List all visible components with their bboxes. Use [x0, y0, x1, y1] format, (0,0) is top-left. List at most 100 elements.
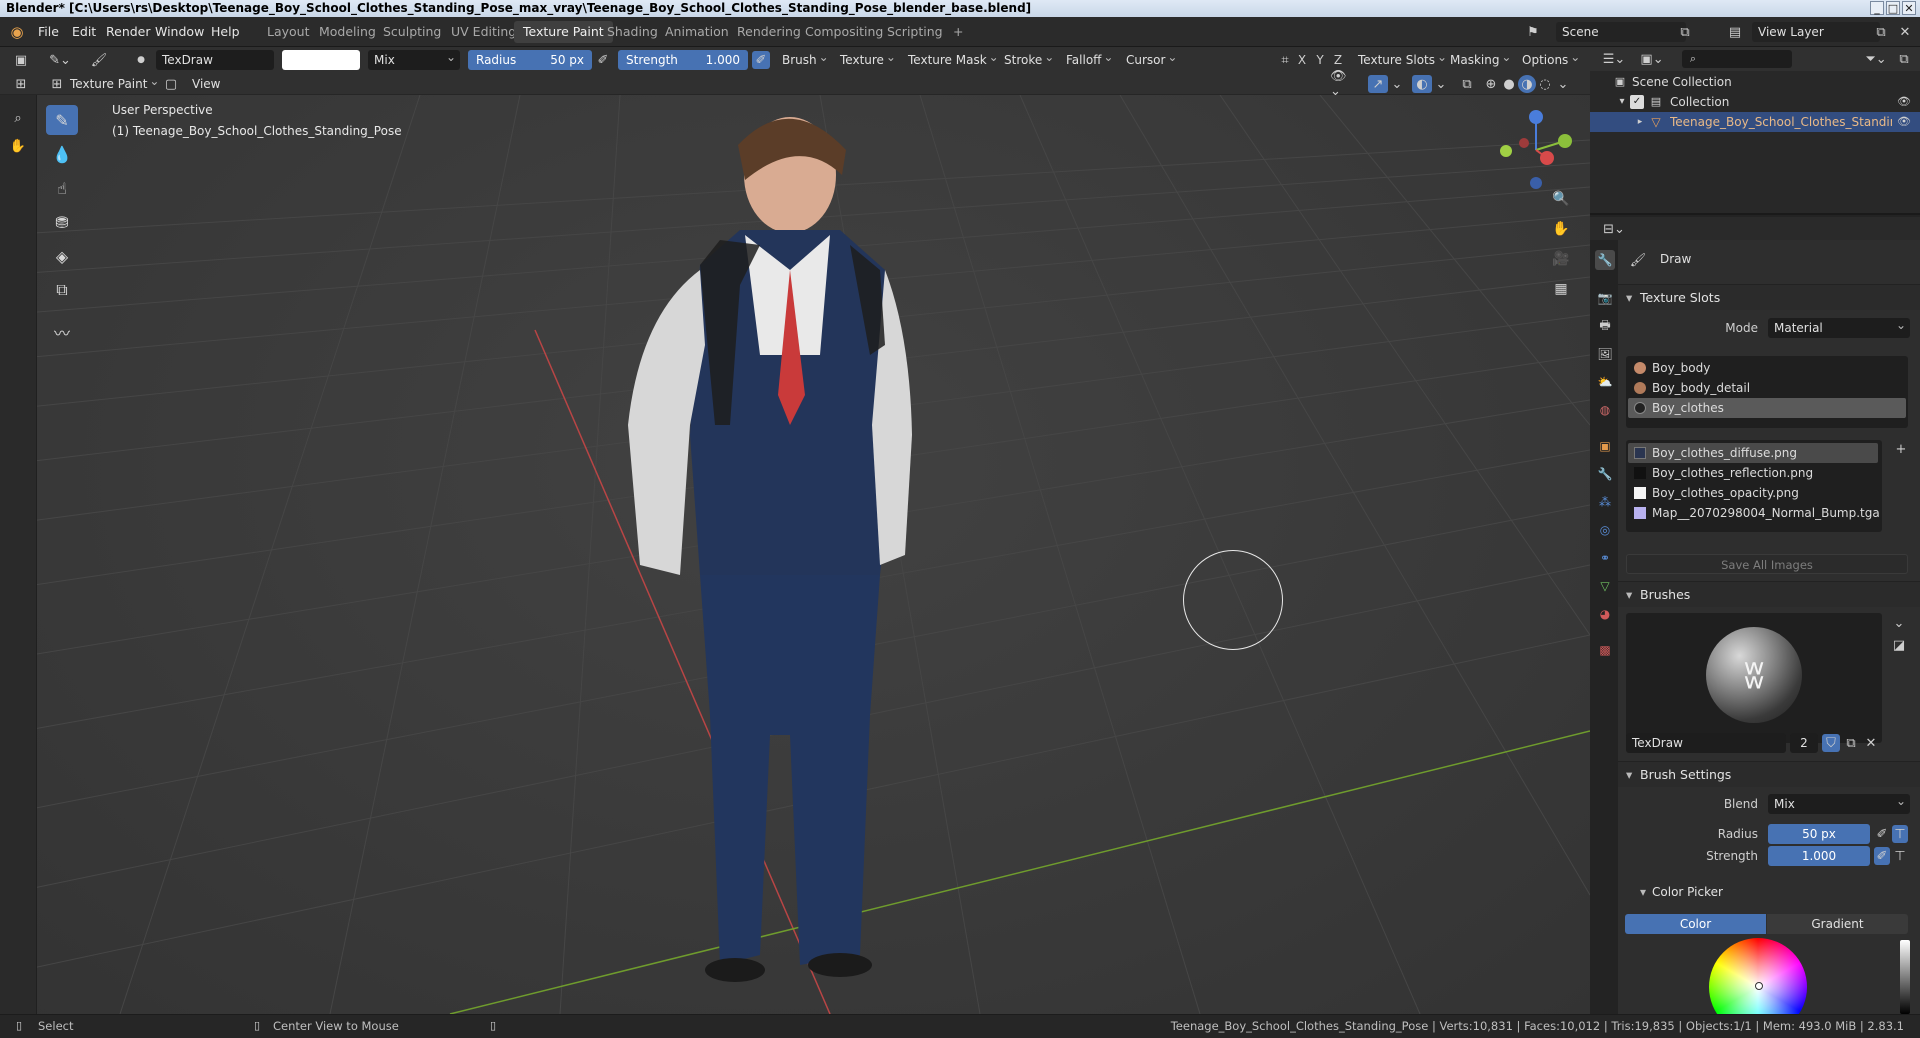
- tab-data-icon[interactable]: ▽: [1595, 576, 1615, 596]
- pan-hand-icon[interactable]: ✋: [1548, 216, 1574, 242]
- collapse-arrow-icon[interactable]: ▾: [1616, 94, 1628, 110]
- zoom-tool-icon[interactable]: ⌕: [6, 109, 30, 127]
- tab-scripting[interactable]: Scripting: [878, 21, 952, 43]
- collection-checkbox[interactable]: ✓: [1630, 95, 1644, 109]
- unlink-brush-icon[interactable]: ✕: [1862, 734, 1880, 752]
- brush-browse-icon[interactable]: ◪: [1890, 636, 1908, 654]
- texture-slots-menu[interactable]: Texture Slots: [1352, 47, 1451, 70]
- strength-pressure-icon[interactable]: ✐: [752, 51, 770, 69]
- outliner-object-row[interactable]: ▸ ▽ Teenage_Boy_School_Clothes_Standing_…: [1590, 112, 1920, 132]
- 3d-viewport[interactable]: [0, 95, 1590, 1014]
- outliner-search-input[interactable]: ⌕: [1682, 50, 1792, 68]
- properties-editor-type-icon[interactable]: ⊟⌄: [1600, 220, 1628, 238]
- radius-property-slider[interactable]: 50 px: [1768, 824, 1870, 844]
- save-all-images-button[interactable]: Save All Images: [1626, 554, 1908, 574]
- radius-pressure-icon[interactable]: ✐: [594, 51, 612, 69]
- view-menu[interactable]: View: [192, 74, 220, 94]
- overlays-toggle-icon[interactable]: ◐: [1412, 75, 1432, 93]
- list-item[interactable]: Boy_body_detail: [1628, 378, 1906, 398]
- symmetry-icon[interactable]: ⌗: [1276, 51, 1294, 69]
- scene-selector[interactable]: Scene: [1556, 22, 1686, 42]
- brush-name-field[interactable]: TexDraw: [156, 50, 274, 70]
- tab-scene-icon[interactable]: ⛅: [1595, 372, 1615, 392]
- duplicate-brush-icon[interactable]: ⧉: [1842, 734, 1860, 752]
- gizmo-x-axis[interactable]: [1540, 151, 1554, 165]
- mirror-x-toggle[interactable]: X: [1294, 51, 1310, 69]
- gizmo-neg-x-axis[interactable]: [1519, 138, 1529, 148]
- tab-constraints-icon[interactable]: ⚭: [1595, 548, 1615, 568]
- material-preview-shading-icon[interactable]: ◑: [1518, 75, 1536, 93]
- texture-mask-menu[interactable]: Texture Mask: [902, 47, 1003, 70]
- outliner-scene-collection[interactable]: ▣ Scene Collection: [1590, 72, 1920, 92]
- shading-options-icon[interactable]: ⌄: [1556, 75, 1570, 93]
- color-picker-subsection[interactable]: ▾ Color Picker: [1640, 885, 1723, 899]
- brush-settings-section[interactable]: Brush Settings: [1618, 761, 1920, 788]
- outliner-display-mode-icon[interactable]: ▣⌄: [1638, 50, 1666, 68]
- brush-users-count[interactable]: 2: [1790, 733, 1818, 753]
- gizmo-neg-z-axis[interactable]: [1530, 177, 1542, 189]
- wireframe-shading-icon[interactable]: ⊕: [1482, 75, 1500, 93]
- add-workspace-button[interactable]: +: [944, 21, 972, 43]
- tab-physics-icon[interactable]: ◎: [1595, 520, 1615, 540]
- brush-name-input[interactable]: TexDraw: [1626, 733, 1786, 753]
- overlays-options-icon[interactable]: ⌄: [1434, 75, 1448, 93]
- list-item[interactable]: Boy_body: [1628, 358, 1906, 378]
- color-tab[interactable]: Color: [1625, 914, 1766, 934]
- menu-file[interactable]: File: [38, 17, 59, 47]
- options-menu[interactable]: Options: [1516, 47, 1584, 70]
- brush-fake-user-icon[interactable]: ●: [132, 51, 150, 69]
- tab-modifiers-icon[interactable]: 🔧: [1595, 464, 1615, 484]
- collection-visibility-eye-icon[interactable]: 👁: [1896, 94, 1912, 110]
- hand-tool-icon[interactable]: ✋: [6, 137, 30, 155]
- soften-tool-icon[interactable]: 💧: [46, 139, 78, 169]
- brushes-section[interactable]: Brushes: [1618, 581, 1920, 608]
- gizmo-z-axis[interactable]: [1529, 110, 1543, 124]
- solid-shading-icon[interactable]: ●: [1500, 75, 1518, 93]
- tab-render-icon[interactable]: 📷: [1595, 288, 1615, 308]
- remove-view-layer-icon[interactable]: ✕: [1896, 23, 1914, 41]
- annotate-tool-icon[interactable]: 〰: [46, 317, 78, 347]
- color-wheel[interactable]: [1709, 938, 1807, 1014]
- blend-dropdown[interactable]: Mix: [1768, 791, 1910, 814]
- list-item[interactable]: Boy_clothes_opacity.png: [1628, 483, 1878, 503]
- menu-render[interactable]: Render: [106, 17, 151, 47]
- strength-property-slider[interactable]: 1.000: [1768, 846, 1870, 866]
- texture-slot-mode-dropdown[interactable]: Material: [1768, 315, 1910, 338]
- visibility-icon[interactable]: 👁⌄: [1330, 69, 1356, 99]
- brush-menu[interactable]: Brush: [776, 47, 833, 70]
- view-layer-icon[interactable]: ▤: [1726, 23, 1744, 41]
- tab-object-icon[interactable]: ▣: [1595, 436, 1615, 456]
- xray-toggle-icon[interactable]: ⧉: [1458, 75, 1476, 93]
- tab-tool-icon[interactable]: 🔧: [1595, 250, 1615, 270]
- gizmo-options-icon[interactable]: ⌄: [1390, 75, 1404, 93]
- gradient-tab[interactable]: Gradient: [1767, 914, 1908, 934]
- view-layer-selector[interactable]: View Layer: [1752, 22, 1880, 42]
- close-button[interactable]: ✕: [1902, 1, 1916, 15]
- menu-help[interactable]: Help: [211, 17, 240, 47]
- mask-toggle-icon[interactable]: ▢: [162, 75, 180, 93]
- radius-unit-toggle-icon[interactable]: ⊤: [1892, 825, 1908, 843]
- perspective-grid-icon[interactable]: ▦: [1548, 276, 1574, 302]
- outliner-editor-type-icon[interactable]: ☰⌄: [1600, 50, 1628, 68]
- navigation-gizmo[interactable]: [1490, 105, 1580, 190]
- list-item[interactable]: Boy_clothes_reflection.png: [1628, 463, 1878, 483]
- brush-preview-thumbnail[interactable]: ʬ: [1706, 627, 1802, 723]
- outliner-collection[interactable]: ▾ ✓ ▤ Collection 👁: [1590, 92, 1920, 112]
- texture-slots-section[interactable]: Texture Slots: [1618, 284, 1920, 311]
- mirror-z-toggle[interactable]: Z: [1330, 51, 1346, 69]
- color-wheel-cursor[interactable]: [1755, 982, 1763, 990]
- smear-tool-icon[interactable]: ☝: [46, 173, 78, 203]
- fill-tool-icon[interactable]: ◈: [46, 241, 78, 271]
- gizmo-y-axis[interactable]: [1558, 134, 1572, 148]
- menu-edit[interactable]: Edit: [72, 17, 96, 47]
- new-collection-icon[interactable]: ⧉: [1894, 50, 1914, 68]
- scene-icon[interactable]: ⚑: [1524, 23, 1542, 41]
- tab-output-icon[interactable]: 🖶: [1595, 316, 1615, 336]
- tab-animation[interactable]: Animation: [656, 21, 738, 43]
- editor-type-3d-icon[interactable]: ⊞: [12, 75, 30, 93]
- strength-unit-toggle-icon[interactable]: ⊤: [1892, 847, 1908, 865]
- new-scene-icon[interactable]: ⧉: [1676, 23, 1694, 41]
- minimize-button[interactable]: _: [1870, 1, 1884, 15]
- list-item[interactable]: Map__2070298004_Normal_Bump.tga: [1628, 503, 1880, 523]
- mode-dropdown[interactable]: Texture Paint: [64, 71, 163, 94]
